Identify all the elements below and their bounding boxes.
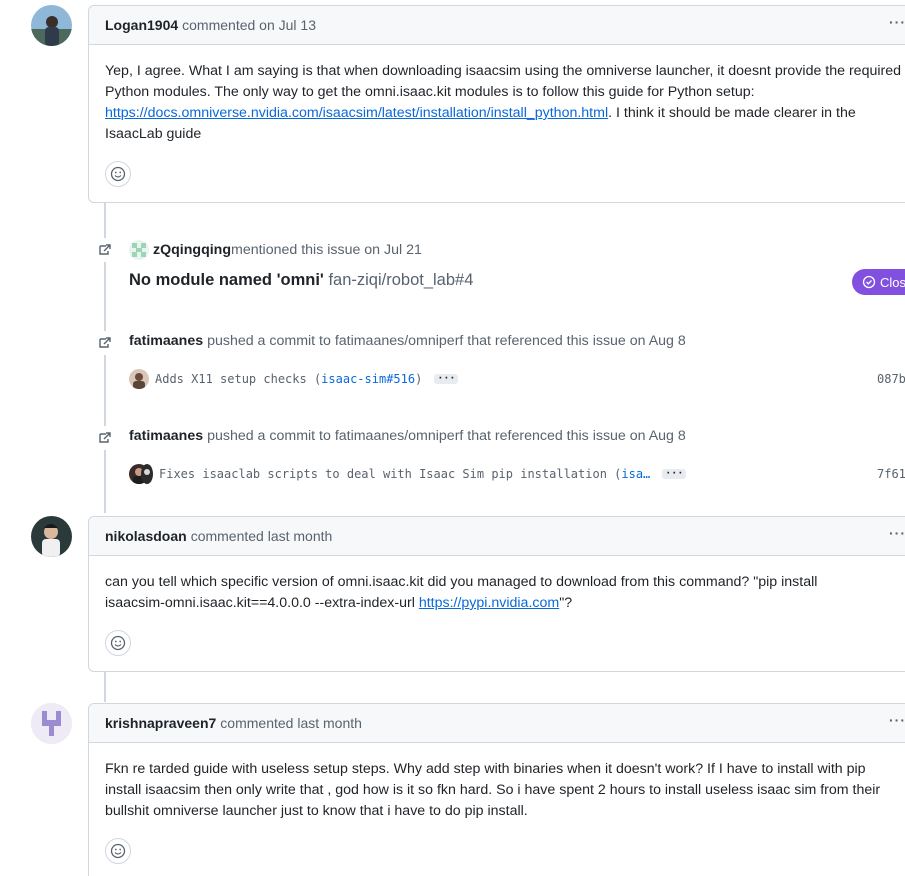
smiley-icon [110, 166, 126, 182]
comment-meta[interactable]: commented last month [191, 528, 333, 544]
comment-meta[interactable]: commented last month [220, 715, 362, 731]
referenced-issue[interactable]: No module named 'omni' fan-ziqi/robot_la… [129, 271, 473, 290]
commit-event: fatimaanes pushed a commit to fatimaanes… [129, 428, 686, 444]
commit-sha[interactable]: 087b [877, 372, 905, 386]
comment-card: Logan1904 commented on Jul 13 ··· Yep, I… [88, 5, 905, 203]
timeline-line [104, 672, 106, 702]
comment-link[interactable]: https://docs.omniverse.nvidia.com/isaacs… [105, 105, 608, 121]
avatar[interactable] [31, 516, 72, 557]
comment-text: Fkn re tarded guide with useless setup s… [105, 761, 881, 819]
expand-commit-button[interactable]: ··· [434, 374, 459, 384]
comment-header: Logan1904 commented on Jul 13 ··· [89, 6, 905, 45]
comment-header: krishnapraveen7 commented last month ··· [89, 704, 905, 743]
commit-ref-link[interactable]: isa… [621, 467, 650, 481]
avatar[interactable] [129, 369, 149, 389]
event-actor[interactable]: zQqingqing [153, 242, 231, 258]
commit-sha[interactable]: 7f61 [877, 467, 905, 481]
add-reaction-button[interactable] [105, 630, 131, 656]
comment-card: krishnapraveen7 commented last month ···… [88, 703, 905, 876]
avatar[interactable] [129, 240, 149, 260]
event-description: mentioned this issue on Jul 21 [231, 242, 422, 258]
comment-link[interactable]: https://pypi.nvidia.com [419, 595, 559, 611]
comment-body: Fkn re tarded guide with useless setup s… [89, 743, 904, 822]
event-description: pushed a commit to fatimaanes/omniperf t… [203, 333, 686, 349]
cross-reference-icon [93, 426, 117, 450]
event-actor[interactable]: fatimaanes [129, 333, 203, 349]
cross-reference-icon [93, 331, 117, 355]
comment-text: Yep, I agree. What I am saying is that w… [105, 63, 902, 100]
comment-text: "? [559, 595, 573, 611]
commit-row: Adds X11 setup checks (isaac-sim#516) ··… [129, 368, 905, 390]
comment-meta[interactable]: commented on Jul 13 [182, 17, 316, 33]
referenced-issue-title[interactable]: No module named 'omni' [129, 271, 324, 289]
comment-author[interactable]: krishnapraveen7 [105, 715, 216, 731]
more-options-icon[interactable]: ··· [889, 525, 905, 541]
event-description: pushed a commit to fatimaanes/omniperf t… [203, 428, 686, 444]
avatar[interactable] [31, 5, 72, 46]
more-options-icon[interactable]: ··· [889, 14, 905, 30]
commit-message[interactable]: Fixes isaaclab scripts to deal with Isaa… [159, 467, 650, 481]
mention-event: zQqingqing mentioned this issue on Jul 2… [129, 240, 422, 260]
comment-card: nikolasdoan commented last month ··· can… [88, 516, 905, 672]
referenced-issue-repo[interactable]: fan-ziqi/robot_lab#4 [328, 271, 473, 289]
status-label: Closed [880, 274, 905, 290]
smiley-icon [110, 635, 126, 651]
event-actor[interactable]: fatimaanes [129, 428, 203, 444]
commit-message[interactable]: Adds X11 setup checks (isaac-sim#516) [155, 372, 422, 386]
add-reaction-button[interactable] [105, 838, 131, 864]
comment-body: can you tell which specific version of o… [89, 556, 869, 614]
add-reaction-button[interactable] [105, 161, 131, 187]
cross-reference-icon [93, 238, 117, 262]
check-circle-icon [862, 275, 876, 289]
comment-body: Yep, I agree. What I am saying is that w… [89, 45, 905, 145]
avatar[interactable] [141, 464, 153, 484]
smiley-icon [110, 843, 126, 859]
expand-commit-button[interactable]: ··· [662, 469, 687, 479]
avatar[interactable] [31, 703, 72, 744]
status-badge: Closed [852, 269, 905, 295]
comment-author[interactable]: Logan1904 [105, 17, 178, 33]
more-options-icon[interactable]: ··· [889, 712, 905, 728]
commit-event: fatimaanes pushed a commit to fatimaanes… [129, 333, 686, 349]
comment-header: nikolasdoan commented last month ··· [89, 517, 905, 556]
commit-row: Fixes isaaclab scripts to deal with Isaa… [129, 463, 905, 485]
comment-author[interactable]: nikolasdoan [105, 528, 187, 544]
commit-ref-link[interactable]: isaac-sim#516 [321, 372, 415, 386]
